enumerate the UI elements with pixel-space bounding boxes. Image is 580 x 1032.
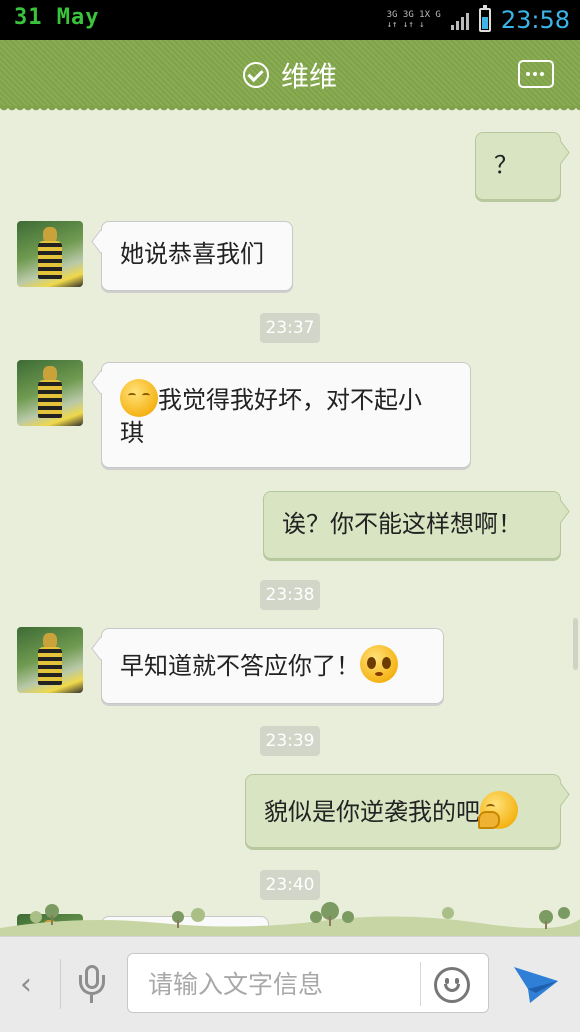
collapse-arrow-button[interactable]: ‹ <box>20 967 32 1002</box>
verified-check-icon <box>242 62 269 88</box>
divider <box>60 959 61 1009</box>
message-text: ？ <box>494 151 518 179</box>
timestamp: 23:38 <box>260 580 320 610</box>
scrollbar[interactable] <box>573 618 578 670</box>
contact-avatar[interactable] <box>17 360 83 426</box>
message-input[interactable] <box>146 964 410 1004</box>
status-time: 23:58 <box>500 6 570 34</box>
chat-header: 维维 <box>0 40 580 114</box>
battery-icon <box>478 5 491 32</box>
message-text: 她说恭喜我们 <box>120 240 264 268</box>
message-text: 早知道就不答应你了！ <box>120 652 360 680</box>
timestamp: 23:37 <box>260 313 320 343</box>
signal-icon <box>450 10 469 30</box>
microphone-icon[interactable] <box>79 965 105 1005</box>
contact-title: 维维 <box>0 55 580 95</box>
status-bar: 31 May 3G 3G 1X G ↓↑ ↓↑ ↓ 23:58 <box>0 0 580 40</box>
send-icon[interactable] <box>512 961 560 1005</box>
status-date: 31 May <box>14 5 100 30</box>
contact-avatar[interactable] <box>17 221 83 287</box>
crying-face-emoji-icon <box>360 645 398 683</box>
message-text-line2: 琪 <box>120 419 144 447</box>
message-bubble-incoming[interactable]: 我觉得我好坏，对不起小 琪 <box>101 362 471 468</box>
network-activity: ↓↑ ↓↑ ↓ <box>386 20 425 30</box>
input-bar: ‹ <box>0 936 580 1032</box>
message-text: 貌似是你逆袭我的吧 <box>264 798 480 826</box>
message-list[interactable]: ？ 她说恭喜我们 23:37 我觉得我好坏，对不起小 琪 诶？你不能这样想啊！ … <box>0 108 580 936</box>
message-bubble-outgoing[interactable]: 貌似是你逆袭我的吧 <box>245 774 561 848</box>
network-types: 3G 3G 1X G <box>386 10 441 20</box>
message-text: 诶？你不能这样想啊！ <box>282 510 522 538</box>
sad-face-emoji-icon <box>120 379 158 417</box>
contact-avatar[interactable] <box>17 627 83 693</box>
message-text-line1: 我觉得我好坏，对不起小 <box>158 386 422 414</box>
contact-name: 维维 <box>280 60 337 93</box>
message-bubble-incoming[interactable]: 早知道就不答应你了！ <box>101 628 444 704</box>
emoji-picker-icon[interactable] <box>434 967 470 1003</box>
more-options-button[interactable] <box>518 60 554 88</box>
scenery-decoration <box>0 902 580 936</box>
shy-face-emoji-icon <box>478 791 518 829</box>
message-bubble-outgoing[interactable]: ？ <box>475 132 561 200</box>
timestamp: 23:39 <box>260 726 320 756</box>
divider <box>420 962 421 1006</box>
status-icons: 3G 3G 1X G ↓↑ ↓↑ ↓ 23:58 <box>387 4 570 36</box>
network-indicator: 3G 3G 1X G ↓↑ ↓↑ ↓ <box>387 10 441 30</box>
message-bubble-outgoing[interactable]: 诶？你不能这样想啊！ <box>263 491 561 559</box>
message-input-box[interactable] <box>127 953 489 1013</box>
message-bubble-incoming[interactable]: 她说恭喜我们 <box>101 221 293 291</box>
